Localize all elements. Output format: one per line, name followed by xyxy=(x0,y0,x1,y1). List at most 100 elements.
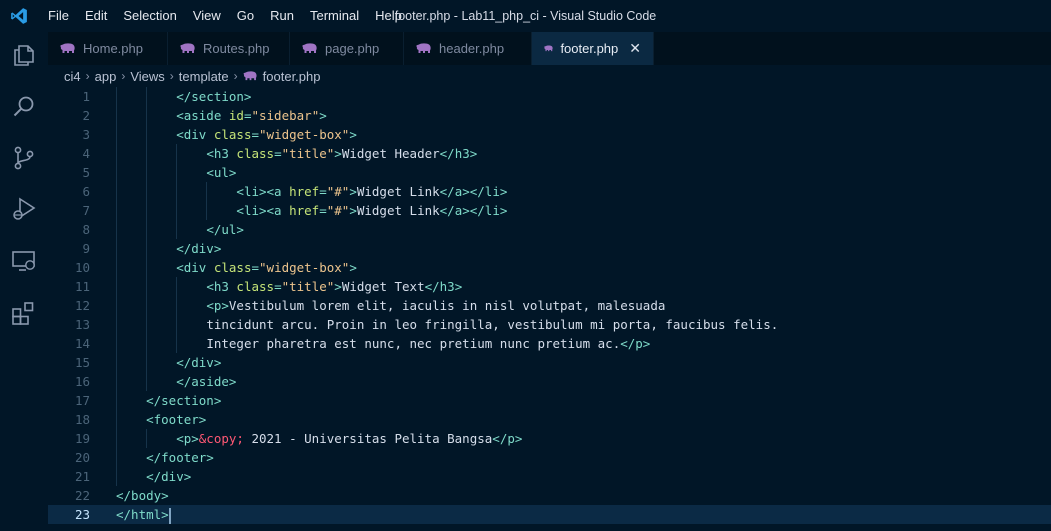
code-line[interactable]: 13 tincidunt arcu. Proin in leo fringilla… xyxy=(48,315,1051,334)
code-line[interactable]: 14 Integer pharetra est nunc, nec pretium… xyxy=(48,334,1051,353)
code-token: class xyxy=(213,127,252,142)
breadcrumb-item[interactable]: template xyxy=(179,69,229,84)
code-line[interactable]: 19 <p>&copy; 2021 - Universitas Pelita Ba… xyxy=(48,429,1051,448)
indent-guide xyxy=(146,258,148,277)
code-text: </section> xyxy=(146,391,221,410)
code-text: </div> xyxy=(176,353,221,372)
menu-item-run[interactable]: Run xyxy=(262,0,302,32)
menu-item-edit[interactable]: Edit xyxy=(77,0,115,32)
indent-guide xyxy=(146,296,148,315)
indent-guide xyxy=(116,258,117,277)
menu-item-terminal[interactable]: Terminal xyxy=(302,0,367,32)
source-control-icon[interactable] xyxy=(11,145,37,171)
code-line[interactable]: 17 </section> xyxy=(48,391,1051,410)
breadcrumb-item[interactable]: app xyxy=(95,69,117,84)
code-token: = xyxy=(274,279,282,294)
title-bar: File Edit Selection View Go Run Terminal Help f… xyxy=(0,0,1051,32)
menu-item-selection[interactable]: Selection xyxy=(115,0,184,32)
tab-footer[interactable]: footer.php ✕ xyxy=(532,32,654,65)
code-token: = xyxy=(319,203,327,218)
indent-guide xyxy=(206,182,208,201)
code-line[interactable]: 10 <div class="widget-box"> xyxy=(48,258,1051,277)
tab-home[interactable]: Home.php xyxy=(48,32,168,65)
remote-explorer-icon[interactable] xyxy=(11,248,37,274)
code-line[interactable]: 11 <h3 class="title">Widget Text</h3> xyxy=(48,277,1051,296)
code-token: "#" xyxy=(326,203,350,218)
code-line[interactable]: 8 </ul> xyxy=(48,220,1051,239)
code-line[interactable]: 23 </html> xyxy=(48,505,1051,524)
code-text: </html> xyxy=(116,505,171,524)
code-token: class xyxy=(213,260,252,275)
code-line[interactable]: 18 <footer> xyxy=(48,410,1051,429)
indent-guide xyxy=(116,334,117,353)
code-token: <p> xyxy=(206,298,229,313)
indent-guide xyxy=(116,315,117,334)
code-text: <aside id="sidebar"> xyxy=(176,106,327,125)
code-token: <div xyxy=(176,127,214,142)
menu-item-help[interactable]: Help xyxy=(367,0,410,32)
breadcrumb-item[interactable]: Views xyxy=(130,69,164,84)
code-line[interactable]: 2 <aside id="sidebar"> xyxy=(48,106,1051,125)
chevron-right-icon: › xyxy=(169,69,174,83)
close-icon[interactable]: ✕ xyxy=(629,40,641,57)
code-line[interactable]: 4 <h3 class="title">Widget Header</h3> xyxy=(48,144,1051,163)
php-file-icon xyxy=(243,71,257,81)
code-token: Widget Link xyxy=(356,203,440,218)
code-editor[interactable]: 1 </section> 2 <aside id="sidebar"> 3 <div cl… xyxy=(48,87,1051,531)
code-line[interactable]: 16 </aside> xyxy=(48,372,1051,391)
extensions-icon[interactable] xyxy=(11,300,37,326)
code-token: </a></li> xyxy=(439,203,508,218)
code-text: <div class="widget-box"> xyxy=(176,125,357,144)
indent-guide xyxy=(206,201,208,220)
code-line[interactable]: 21 </div> xyxy=(48,467,1051,486)
code-token: > xyxy=(349,203,357,218)
code-line[interactable]: 1 </section> xyxy=(48,87,1051,106)
tab-header[interactable]: header.php xyxy=(404,32,532,65)
chevron-right-icon: › xyxy=(85,69,90,83)
search-icon[interactable] xyxy=(11,94,37,120)
code-line[interactable]: 7 <li><a href="#">Widget Link</a></li> xyxy=(48,201,1051,220)
explorer-icon[interactable] xyxy=(11,42,37,68)
code-token: <div xyxy=(176,260,214,275)
code-line[interactable]: 5 <ul> xyxy=(48,163,1051,182)
code-token: > xyxy=(319,108,327,123)
indent-guide xyxy=(176,220,178,239)
breadcrumb-item[interactable]: ci4 xyxy=(64,69,81,84)
menu-item-view[interactable]: View xyxy=(185,0,229,32)
menu-item-file[interactable]: File xyxy=(40,0,77,32)
tab-routes[interactable]: Routes.php xyxy=(168,32,290,65)
code-line[interactable]: 9 </div> xyxy=(48,239,1051,258)
run-debug-icon[interactable] xyxy=(11,196,37,222)
code-token: "widget-box" xyxy=(259,127,350,142)
indent-guide xyxy=(116,106,117,125)
code-token: Integer pharetra est nunc, nec pretium n… xyxy=(206,336,621,351)
code-token: <footer> xyxy=(146,412,207,427)
line-number: 10 xyxy=(74,260,90,275)
code-text: </div> xyxy=(176,239,221,258)
code-line[interactable]: 22 </body> xyxy=(48,486,1051,505)
code-line[interactable]: 12 <p>Vestibulum lorem elit, iaculis in n… xyxy=(48,296,1051,315)
code-text: <div class="widget-box"> xyxy=(176,258,357,277)
indent-guide xyxy=(116,277,117,296)
code-token: "title" xyxy=(281,146,335,161)
breadcrumb-item[interactable]: footer.php xyxy=(263,69,321,84)
code-token: = xyxy=(251,260,260,275)
code-line[interactable]: 3 <div class="widget-box"> xyxy=(48,125,1051,144)
indent-guide xyxy=(176,144,178,163)
code-token: <h3 xyxy=(206,279,237,294)
tab-label: footer.php xyxy=(560,41,619,56)
code-line[interactable]: 20 </footer> xyxy=(48,448,1051,467)
code-line[interactable]: 15 </div> xyxy=(48,353,1051,372)
code-token: id xyxy=(228,108,244,123)
code-token: tincidunt arcu. Proin in leo fringilla, … xyxy=(206,317,779,332)
indent-guide xyxy=(116,144,117,163)
code-text: <h3 class="title">Widget Text</h3> xyxy=(206,277,462,296)
indent-guide xyxy=(146,239,148,258)
code-text: </div> xyxy=(146,467,191,486)
indent-guide xyxy=(146,125,148,144)
tab-page[interactable]: page.php xyxy=(290,32,404,65)
code-line[interactable]: 6 <li><a href="#">Widget Link</a></li> xyxy=(48,182,1051,201)
menu-item-go[interactable]: Go xyxy=(229,0,262,32)
indent-guide xyxy=(116,220,117,239)
indent-guide xyxy=(116,201,117,220)
